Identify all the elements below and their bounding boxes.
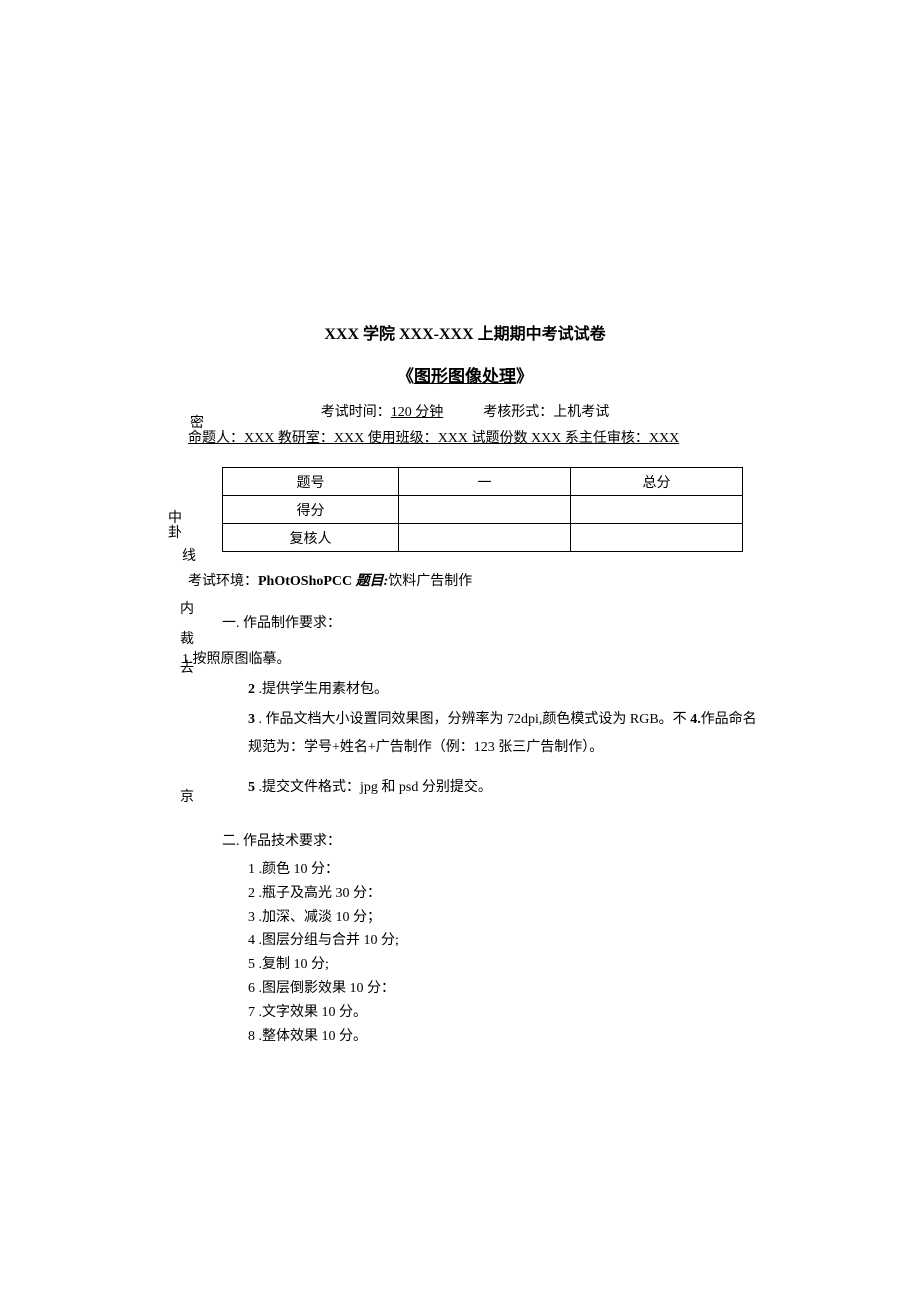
exam-meta-line-2: 命题人：XXX 教研室：XXX 使用班级：XXX 试题份数 XXX 系主任审核：… bbox=[188, 427, 760, 447]
env-software: PhOtOShoPCC bbox=[258, 574, 352, 589]
item-num: 2 bbox=[248, 682, 255, 697]
table-cell bbox=[399, 496, 571, 524]
tech-item: 5 .复制 10 分; bbox=[248, 953, 760, 977]
section-1-heading: 一. 作品制作要求： bbox=[222, 612, 760, 632]
item-text: . 作品文档大小设置同效果图，分辨率为 72dpi,颜色模式设为 RGB。不 bbox=[255, 712, 690, 727]
tech-item: 1 .颜色 10 分： bbox=[248, 858, 760, 882]
requirement-item: 5 .提交文件格式：jpg 和 psd 分别提交。 bbox=[248, 774, 760, 802]
course-title: 《图形图像处理》 bbox=[170, 362, 760, 387]
author-value: XXX bbox=[244, 431, 274, 446]
env-topic-label: 题目: bbox=[352, 574, 388, 589]
count-label: 试题份数 bbox=[468, 431, 531, 446]
item-text: 1.按照原图临摹。 bbox=[182, 652, 291, 667]
requirement-item: 1.按照原图临摹。 bbox=[182, 646, 760, 674]
exam-meta-line-1: 考试时间：120 分钟 考核形式：上机考试 bbox=[170, 401, 760, 421]
exam-environment: 考试环境：PhOtOShoPCC 题目:饮料广告制作 bbox=[188, 570, 760, 590]
item-num: 5 bbox=[248, 780, 255, 795]
table-cell: 复核人 bbox=[223, 524, 399, 552]
tech-item: 8 .整体效果 10 分。 bbox=[248, 1025, 760, 1049]
item-num: 3 bbox=[248, 712, 255, 727]
table-row: 题号 一 总分 bbox=[223, 468, 743, 496]
tech-item: 3 .加深、减淡 10 分； bbox=[248, 906, 760, 930]
section-1-body: 1.按照原图临摹。 2 .提供学生用素材包。 3 . 作品文档大小设置同效果图，… bbox=[182, 646, 760, 802]
exam-time-label: 考试时间： bbox=[321, 405, 391, 420]
exam-form-value: 上机考试 bbox=[553, 405, 609, 420]
item-4-label: 4. bbox=[690, 712, 701, 727]
table-cell bbox=[571, 496, 743, 524]
table-cell: 题号 bbox=[223, 468, 399, 496]
course-name: 图形图像处理 bbox=[414, 367, 516, 386]
author-label: 命题人： bbox=[188, 431, 244, 446]
requirement-item: 2 .提供学生用素材包。 bbox=[248, 676, 760, 704]
review-value: XXX bbox=[649, 431, 679, 446]
tech-item: 4 .图层分组与合并 10 分; bbox=[248, 929, 760, 953]
dept-value: XXX bbox=[334, 431, 364, 446]
class-label: 使用班级： bbox=[364, 431, 438, 446]
review-label: 系主任审核： bbox=[561, 431, 649, 446]
exam-time-value: 120 分钟 bbox=[391, 405, 444, 420]
bracket-close: 》 bbox=[516, 367, 533, 386]
count-value: XXX bbox=[531, 431, 561, 446]
bracket-open: 《 bbox=[397, 367, 414, 386]
tech-item: 2 .瓶子及高光 30 分： bbox=[248, 882, 760, 906]
table-cell: 得分 bbox=[223, 496, 399, 524]
env-topic-value: 饮料广告制作 bbox=[388, 574, 472, 589]
score-table: 题号 一 总分 得分 复核人 bbox=[222, 467, 743, 552]
section-2-list: 1 .颜色 10 分： 2 .瓶子及高光 30 分： 3 .加深、减淡 10 分… bbox=[248, 858, 760, 1048]
table-row: 复核人 bbox=[223, 524, 743, 552]
item-text: .提供学生用素材包。 bbox=[255, 682, 388, 697]
table-row: 得分 bbox=[223, 496, 743, 524]
table-cell: 总分 bbox=[571, 468, 743, 496]
exam-form-label: 考核形式： bbox=[483, 405, 553, 420]
section-2-heading: 二. 作品技术要求： bbox=[222, 830, 760, 850]
table-cell bbox=[571, 524, 743, 552]
page-title: XXX 学院 XXX-XXX 上期期中考试试卷 bbox=[170, 320, 760, 344]
tech-item: 7 .文字效果 10 分。 bbox=[248, 1001, 760, 1025]
table-cell bbox=[399, 524, 571, 552]
env-prefix: 考试环境： bbox=[188, 574, 258, 589]
class-value: XXX bbox=[438, 431, 468, 446]
document-body: XXX 学院 XXX-XXX 上期期中考试试卷 《图形图像处理》 考试时间：12… bbox=[170, 320, 760, 1048]
requirement-item: 3 . 作品文档大小设置同效果图，分辨率为 72dpi,颜色模式设为 RGB。不… bbox=[248, 706, 760, 762]
item-text: .提交文件格式：jpg 和 psd 分别提交。 bbox=[255, 780, 492, 795]
dept-label: 教研室： bbox=[274, 431, 334, 446]
table-cell: 一 bbox=[399, 468, 571, 496]
tech-item: 6 .图层倒影效果 10 分： bbox=[248, 977, 760, 1001]
